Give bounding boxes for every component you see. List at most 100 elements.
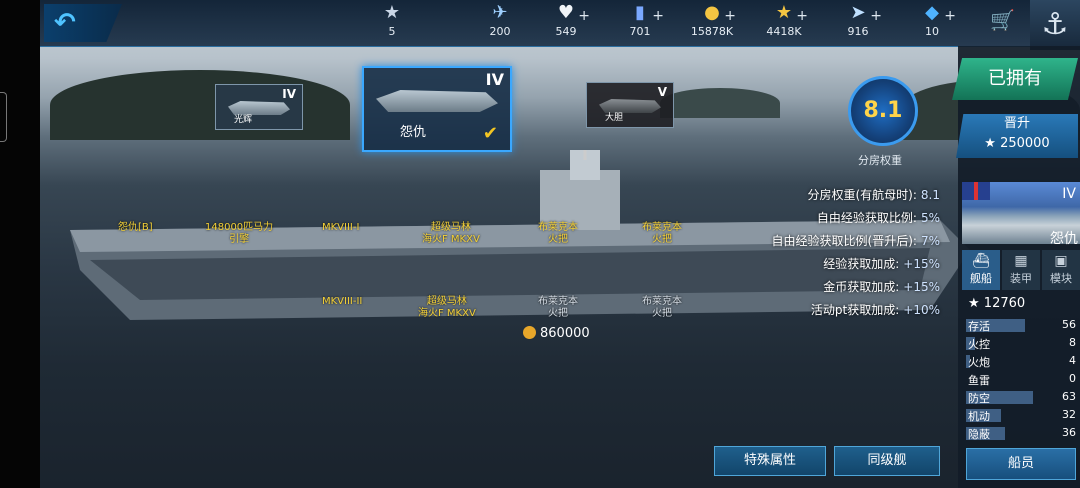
promote-label: 晋升 (1003, 116, 1030, 131)
aircraft-slot[interactable]: 布莱克本 火把 (538, 222, 578, 246)
rating-badge: 8.1 (848, 76, 918, 146)
aircraft-label-line1: 148000匹马力 (205, 222, 274, 233)
attribute-label: 鱼雷 (968, 374, 990, 387)
island-hill (660, 88, 780, 118)
special-attributes-button[interactable]: 特殊属性 (714, 446, 826, 476)
bonus-stat-label: 活动pt获取加成: (810, 303, 900, 317)
aircraft-slot[interactable]: MKVIII-I (322, 222, 359, 234)
attribute-row: 防空 63 (966, 390, 1080, 405)
bonus-stat-row: 活动pt获取加成: +10% (740, 301, 940, 324)
ship-name: 大胆 (605, 113, 624, 123)
current-ship-card[interactable]: IV 怨仇 ✔ (362, 66, 512, 152)
aircraft-label-line1: 布莱克本 (642, 296, 682, 307)
armor-icon: ▦ (1014, 253, 1028, 269)
attribute-value: 56 (1062, 318, 1076, 331)
crew-button[interactable]: 船员 (966, 448, 1076, 480)
bonus-stat-value: +15% (903, 280, 940, 294)
attribute-label: 火炮 (968, 356, 990, 369)
tab-ship[interactable]: ⛴ 舰船 (962, 250, 1000, 290)
aircraft-slot[interactable]: 超级马林 海火F MKXV (422, 222, 480, 246)
ship-tier: IV (485, 70, 504, 89)
aircraft-label-line2: 火把 (652, 308, 672, 319)
shop-cart-icon[interactable]: 🛒 (990, 8, 1015, 32)
plus-icon: + (652, 8, 664, 24)
bonus-stat-row: 自由经验获取比例: 5% (740, 209, 940, 232)
aircraft-label-line1: 布莱克本 (642, 222, 682, 233)
aircraft-label-line2: 火把 (548, 234, 568, 245)
ship-icon: ⛴ (972, 253, 990, 269)
bonus-stat-row: 金币获取加成: +15% (740, 278, 940, 301)
plus-icon: + (724, 8, 736, 24)
combat-power: ★ 12760 (968, 296, 1025, 311)
attribute-value: 4 (1069, 354, 1076, 367)
aircraft-label-line2: MKVIII-I (322, 222, 360, 233)
plus-icon: + (944, 8, 956, 24)
owned-button[interactable]: 已拥有 (952, 58, 1078, 100)
attribute-row: 存活 56 (966, 318, 1080, 333)
ship-portrait: IV 怨仇 (962, 182, 1080, 247)
bonus-stat-row: 经验获取加成: +15% (740, 255, 940, 278)
resource-value: 15878K (690, 25, 734, 38)
same-class-button[interactable]: 同级舰 (834, 446, 940, 476)
resource-rank-badge[interactable]: ★ 5 (352, 2, 432, 38)
aircraft-label-line2: MKVIII-II (322, 296, 363, 307)
star-icon: ★ (775, 2, 793, 23)
aircraft-label-line1: 布莱克本 (538, 296, 578, 307)
attribute-row: 火炮 4 (966, 354, 1080, 369)
portrait-tier: IV (1062, 186, 1076, 202)
bonus-stat-value: 7% (920, 234, 940, 248)
attribute-label: 隐蔽 (968, 428, 990, 441)
resource-gold-coin[interactable]: ● +15878K (672, 2, 752, 38)
aircraft-slot[interactable]: 布莱克本 火把 (642, 222, 682, 246)
bonus-stat-row: 分房权重(有航母时): 8.1 (740, 186, 940, 209)
resource-heart[interactable]: ♥ +549 (526, 2, 606, 38)
tab-label: 舰船 (970, 272, 992, 285)
aircraft-slot[interactable]: 148000匹马力 引擎 (205, 222, 273, 246)
bonus-stat-label: 自由经验获取比例(晋升后): (771, 234, 917, 248)
aircraft-slot[interactable]: 布莱克本 火把 (642, 296, 682, 320)
anchor-icon[interactable]: ⚓ (1030, 0, 1080, 50)
bonus-stat-value: 8.1 (920, 188, 940, 202)
bonus-stat-label: 分房权重(有航母时): (807, 188, 917, 202)
aircraft-slot[interactable]: 怨仇[B] (118, 222, 153, 234)
resource-card[interactable]: ▮ +701 (600, 2, 680, 38)
side-handle (0, 92, 7, 142)
aircraft-slot[interactable]: 布莱克本 火把 (538, 296, 578, 320)
attribute-row: 隐蔽 36 (966, 426, 1080, 441)
attribute-value: 8 (1069, 336, 1076, 349)
resource-gem[interactable]: ◆ +10 (892, 2, 972, 38)
detail-tabs: ⛴ 舰船 ▦ 装甲 ▣ 模块 (962, 250, 1080, 290)
aircraft-label-line2: 引擎 (229, 234, 250, 245)
rating-label: 分房权重 (858, 154, 902, 167)
aircraft-slot[interactable]: 超级马林 海火F MKXV (418, 296, 476, 320)
attribute-row: 火控 8 (966, 336, 1080, 351)
tab-label: 装甲 (1010, 272, 1032, 285)
tab-module[interactable]: ▣ 模块 (1042, 250, 1080, 290)
island-hill (50, 70, 350, 140)
promote-button[interactable]: 晋升 ★ 250000 (956, 114, 1078, 158)
bonus-stat-value: 5% (920, 211, 940, 225)
aircraft-label-line2: 怨仇[B] (118, 222, 153, 233)
upgrade-cost: 860000 (523, 326, 590, 341)
portrait-name: 怨仇 (1050, 231, 1078, 247)
aircraft-slot[interactable]: MKVIII-II (322, 296, 362, 308)
upgrade-cost-value: 860000 (540, 326, 590, 341)
next-ship-card[interactable]: V 大胆 (586, 82, 674, 128)
phone-edge (0, 0, 40, 488)
attribute-value: 32 (1062, 408, 1076, 421)
back-arrow-icon: ↶ (54, 8, 76, 38)
tab-armor[interactable]: ▦ 装甲 (1002, 250, 1040, 290)
attribute-value: 0 (1069, 372, 1076, 385)
attribute-row: 机动 32 (966, 408, 1080, 423)
resource-wing[interactable]: ➤ +916 (818, 2, 898, 38)
ship-thumbnail (376, 90, 498, 112)
aircraft-label-line2: 火把 (652, 234, 672, 245)
owned-check-icon: ✔ (482, 123, 498, 144)
resource-value: 701 (629, 25, 651, 38)
card-icon: ▮ (635, 2, 645, 23)
prev-ship-card[interactable]: IV 光辉 (215, 84, 303, 130)
ship-tier: V (657, 85, 667, 99)
gem-icon: ◆ (925, 2, 939, 23)
resource-star[interactable]: ★ +4418K (744, 2, 824, 38)
attribute-label: 防空 (968, 392, 990, 405)
